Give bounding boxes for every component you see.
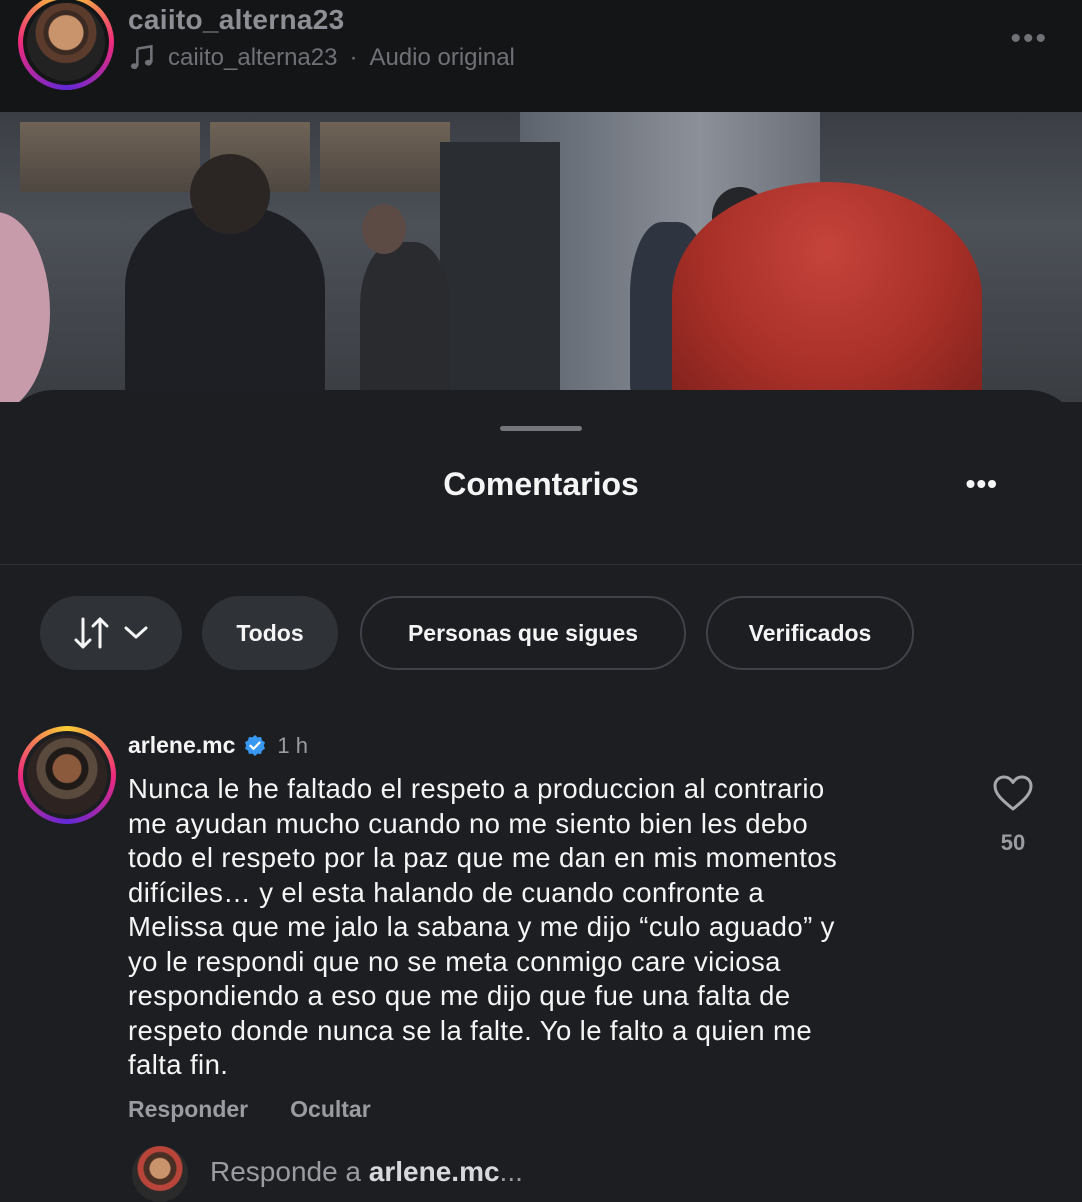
current-user-avatar <box>132 1146 188 1202</box>
reply-target: arlene.mc <box>368 1156 500 1187</box>
video-frame[interactable] <box>0 112 1082 402</box>
author-username[interactable]: caiito_alterna23 <box>128 4 344 36</box>
more-options-icon[interactable]: ••• <box>1010 22 1048 56</box>
comment-line: falta fin. <box>128 1049 229 1080</box>
comment-line: todo el respeto por la paz que me dan en… <box>128 842 838 873</box>
comment-line: difíciles… y el esta halando de cuando c… <box>128 876 765 908</box>
sheet-title: Comentarios <box>443 466 639 502</box>
audio-separator: · <box>349 44 358 71</box>
author-avatar[interactable] <box>18 0 114 90</box>
like-count: 50 <box>1000 830 1026 855</box>
comment-header: arlene.mc 1 h <box>128 732 308 759</box>
sheet-grabber[interactable] <box>500 426 582 431</box>
filter-chip-following[interactable]: Personas que sigues <box>360 596 686 670</box>
sort-button[interactable] <box>40 596 182 670</box>
reply-input[interactable]: Responde a arlene.mc... <box>210 1156 523 1188</box>
comment-line: Nunca le he faltado el respeto a producc… <box>128 773 825 804</box>
comment-time: 1 h <box>277 732 308 758</box>
divider <box>0 564 1082 565</box>
filter-chip-todos[interactable]: Todos <box>202 596 338 670</box>
music-note-icon <box>130 44 153 70</box>
reply-suffix: ... <box>499 1156 523 1187</box>
verified-badge-icon <box>245 734 266 756</box>
reply-button[interactable]: Responder <box>128 1096 248 1123</box>
sheet-more-icon[interactable]: ••• <box>966 468 998 500</box>
audio-attribution[interactable]: caiito_alterna23 · Audio original <box>128 44 515 72</box>
commenter-username[interactable]: arlene.mc <box>128 732 235 759</box>
comment-text: Nunca le he faltado el respeto a producc… <box>128 772 948 1083</box>
chevron-down-icon <box>124 626 148 639</box>
commenter-avatar[interactable] <box>18 726 116 824</box>
post-header: caiito_alterna23 caiito_alterna23 · Audi… <box>0 0 1082 112</box>
sort-arrows-icon <box>74 617 109 649</box>
comment-line: respeto donde nunca se la falte. Yo le f… <box>128 1014 813 1046</box>
comments-sheet: Comentarios ••• Todos Personas que sigue… <box>0 390 1082 1202</box>
hide-button[interactable]: Ocultar <box>290 1096 371 1123</box>
comment-line: Melissa que me jalo la sabana y me dijo … <box>128 911 835 942</box>
reply-prefix: Responde a <box>210 1156 362 1187</box>
comment-line: me ayudan mucho cuando no me siento bien… <box>128 807 809 839</box>
comment-line: yo le respondi que no se meta conmigo ca… <box>128 945 781 977</box>
heart-icon[interactable] <box>992 774 1034 812</box>
comment-line: respondiendo a eso que me dijo que fue u… <box>128 980 791 1011</box>
comment-actions: Responder Ocultar <box>128 1096 371 1123</box>
audio-label: Audio original <box>369 44 515 71</box>
audio-owner: caiito_alterna23 <box>168 44 338 71</box>
filter-chip-verified[interactable]: Verificados <box>706 596 914 670</box>
